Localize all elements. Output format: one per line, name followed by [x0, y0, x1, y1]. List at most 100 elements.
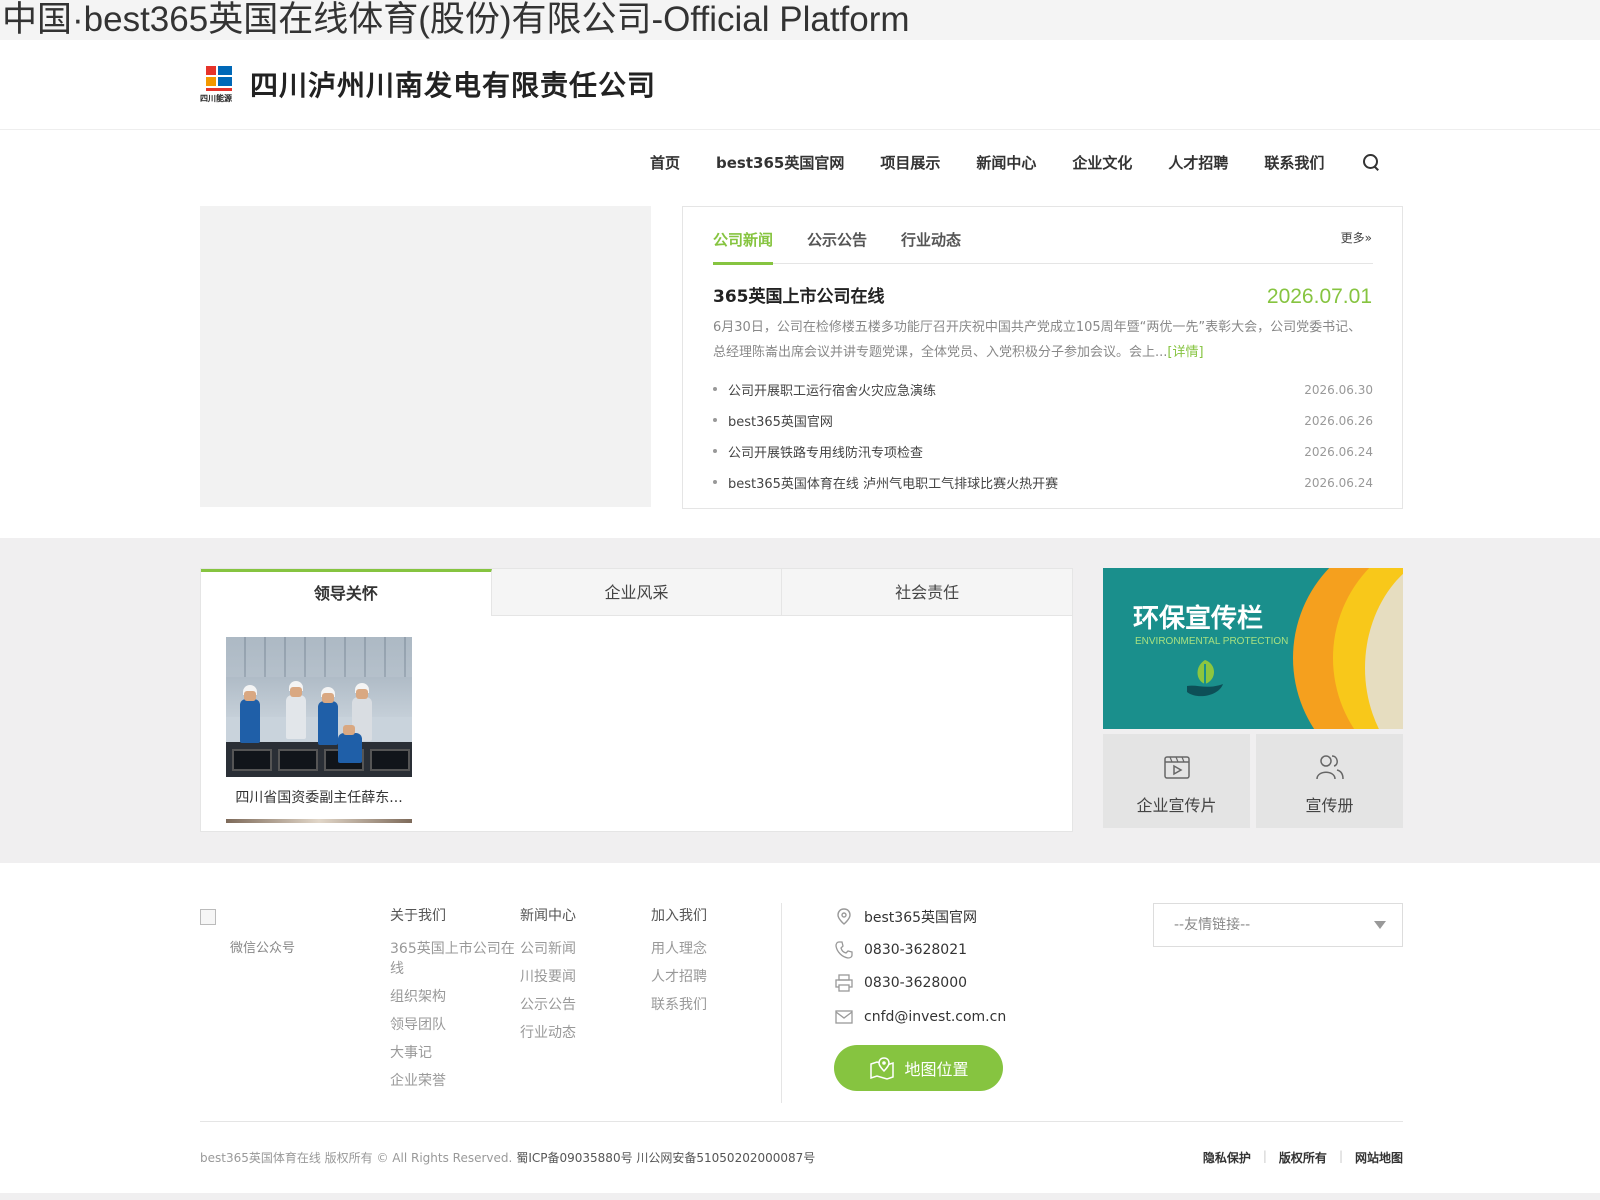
- footer-divider: [781, 903, 782, 1103]
- news-date: 2026.06.24: [1304, 444, 1373, 459]
- phone-icon: [835, 940, 853, 959]
- footer-link[interactable]: 企业荣誉: [390, 1071, 515, 1091]
- footer-heading: 加入我们: [651, 908, 707, 924]
- site-footer: 微信公众号 关于我们 365英国上市公司在线 组织架构 领导团队 大事记 企业荣…: [0, 863, 1600, 1200]
- footer-link[interactable]: 行业动态: [520, 1023, 645, 1043]
- news-panel: 公司新闻 公示公告 行业动态 更多» 365英国上市公司在线 2026.07.0…: [682, 206, 1403, 509]
- window-title: 中国·best365英国在线体育(股份)有限公司-Official Platfo…: [0, 0, 1600, 40]
- footer-link[interactable]: 公示公告: [520, 995, 645, 1015]
- search-icon[interactable]: [1362, 153, 1380, 171]
- contact-text: best365英国官网: [864, 909, 978, 926]
- nav-item-news[interactable]: 新闻中心: [976, 152, 1036, 173]
- printer-icon: [835, 973, 853, 992]
- contact-text: 0830-3628000: [864, 974, 968, 991]
- contact-address: best365英国官网: [834, 900, 1094, 933]
- news-date: 2026.06.24: [1304, 475, 1373, 490]
- tab-company-news[interactable]: 公司新闻: [713, 229, 774, 265]
- nav-item-projects[interactable]: 项目展示: [880, 152, 940, 173]
- footer-column-about: 关于我们 365英国上市公司在线 组织架构 领导团队 大事记 企业荣誉: [390, 905, 515, 1099]
- map-pin-icon: [870, 1057, 895, 1080]
- tab-industry[interactable]: 行业动态: [901, 229, 961, 250]
- company-name: 四川泸州川南发电有限责任公司: [250, 69, 657, 102]
- footer-link[interactable]: 大事记: [390, 1043, 515, 1063]
- list-item[interactable]: 公司开展职工运行宿舍火灾应急演练 2026.06.30: [713, 374, 1373, 405]
- footer-column-join: 加入我们 用人理念 人才招聘 联系我们: [651, 905, 776, 1023]
- photo-card[interactable]: 四川省国资委副主任薛东...: [226, 637, 412, 817]
- headline-date: 2026.07.01: [1266, 285, 1372, 308]
- news-date: 2026.06.26: [1304, 413, 1373, 428]
- map-button-label: 地图位置: [904, 1060, 969, 1079]
- sitemap-link[interactable]: 网站地图: [1355, 1149, 1403, 1166]
- feature-panel: 领导关怀 企业风采 社会责任 四川省国资委副主任薛东...: [200, 568, 1073, 832]
- link-separator: |: [1262, 1149, 1267, 1163]
- video-icon: [1163, 756, 1190, 779]
- hero-banner[interactable]: [200, 206, 651, 507]
- mail-icon: [835, 1009, 853, 1024]
- detail-link[interactable]: [详情]: [1167, 345, 1203, 360]
- news-title[interactable]: best365英国官网: [713, 411, 833, 430]
- tab-leadership[interactable]: 领导关怀: [201, 569, 492, 616]
- footer-link[interactable]: 组织架构: [390, 987, 515, 1007]
- map-location-button[interactable]: 地图位置: [834, 1045, 1003, 1091]
- tab-corporate-style[interactable]: 企业风采: [491, 569, 783, 616]
- people-icon: [1315, 755, 1344, 780]
- tab-social-responsibility[interactable]: 社会责任: [782, 569, 1073, 616]
- news-date: 2026.06.30: [1304, 382, 1373, 397]
- list-item[interactable]: best365英国官网 2026.06.26: [713, 405, 1373, 436]
- friend-links-select[interactable]: --友情链接--: [1153, 903, 1403, 947]
- contact-text: 0830-3628021: [864, 941, 968, 958]
- tab-announcements[interactable]: 公示公告: [807, 229, 867, 250]
- footer-link[interactable]: 领导团队: [390, 1015, 515, 1035]
- link-separator: |: [1338, 1149, 1343, 1163]
- company-logo[interactable]: 四川能源: [200, 66, 240, 104]
- quick-link-label: 企业宣传片: [1136, 796, 1217, 815]
- icp-text[interactable]: 蜀ICP备09035880号 川公网安备51050202000087号: [516, 1151, 815, 1165]
- nav-item-culture[interactable]: 企业文化: [1072, 152, 1132, 173]
- news-title[interactable]: 公司开展铁路专用线防汛专项检查: [713, 442, 923, 461]
- contact-phone: 0830-3628021: [834, 933, 1094, 966]
- env-subtitle: ENVIRONMENTAL PROTECTION: [1135, 636, 1289, 647]
- quick-link-brochure[interactable]: 宣传册: [1256, 734, 1403, 828]
- footer-link[interactable]: 365英国上市公司在线: [390, 939, 515, 979]
- site-header: 四川能源 四川泸州川南发电有限责任公司: [0, 40, 1600, 130]
- nav-item-official[interactable]: best365英国官网: [716, 152, 844, 173]
- photo-caption[interactable]: 四川省国资委副主任薛东...: [226, 787, 412, 807]
- news-title[interactable]: best365英国体育在线 泸州气电职工气排球比赛火热开赛: [713, 473, 1058, 492]
- contact-fax: 0830-3628000: [834, 966, 1094, 999]
- more-link[interactable]: 更多»: [1341, 229, 1372, 246]
- control-room-photo[interactable]: [226, 637, 412, 777]
- news-title[interactable]: 公司开展职工运行宿舍火灾应急演练: [713, 380, 936, 399]
- footer-link[interactable]: 公司新闻: [520, 939, 645, 959]
- main-nav: 首页 best365英国官网 项目展示 新闻中心 企业文化 人才招聘 联系我们: [650, 140, 1380, 184]
- feature-tabs: 领导关怀 企业风采 社会责任: [201, 569, 1073, 616]
- list-item[interactable]: 公司开展铁路专用线防汛专项检查 2026.06.24: [713, 436, 1373, 467]
- footer-link[interactable]: 川投要闻: [520, 967, 645, 987]
- env-promo-banner[interactable]: 环保宣传栏 ENVIRONMENTAL PROTECTION: [1103, 568, 1403, 729]
- list-item[interactable]: best365英国体育在线 泸州气电职工气排球比赛火热开赛 2026.06.24: [713, 467, 1373, 498]
- news-list: 公司开展职工运行宿舍火灾应急演练 2026.06.30 best365英国官网 20…: [713, 374, 1373, 498]
- env-title: 环保宣传栏: [1133, 604, 1264, 634]
- footer-link[interactable]: 人才招聘: [651, 967, 776, 987]
- qr-caption: 微信公众号: [230, 941, 296, 956]
- wechat-qr-image: [200, 909, 216, 925]
- copyright-text: best365英国体育在线 版权所有 © All Rights Reserved…: [200, 1151, 513, 1165]
- privacy-link[interactable]: 隐私保护: [1203, 1149, 1251, 1166]
- footer-column-news: 新闻中心 公司新闻 川投要闻 公示公告 行业动态: [520, 905, 645, 1051]
- photo-strip: [226, 819, 412, 823]
- headline-title[interactable]: 365英国上市公司在线: [713, 282, 885, 307]
- nav-item-contact[interactable]: 联系我们: [1264, 152, 1324, 173]
- nav-item-home[interactable]: 首页: [650, 152, 680, 173]
- contact-email: cnfd@invest.com.cn: [834, 1000, 1094, 1033]
- copyright-link[interactable]: 版权所有: [1279, 1149, 1327, 1166]
- contact-text: cnfd@invest.com.cn: [864, 1008, 1007, 1025]
- footer-separator: [200, 1121, 1403, 1122]
- quick-link-video[interactable]: 企业宣传片: [1103, 734, 1250, 828]
- logo-caption: 四川能源: [200, 94, 232, 103]
- footer-link[interactable]: 联系我们: [651, 995, 776, 1015]
- footer-link[interactable]: 用人理念: [651, 939, 776, 959]
- bottom-strip: [0, 1193, 1600, 1200]
- quick-link-label: 宣传册: [1305, 796, 1354, 815]
- footer-heading: 新闻中心: [520, 908, 576, 924]
- nav-item-careers[interactable]: 人才招聘: [1168, 152, 1228, 173]
- headline-summary-text: 6月30日，公司在检修楼五楼多功能厅召开庆祝中国共产党成立105周年暨“两优一先…: [713, 320, 1362, 360]
